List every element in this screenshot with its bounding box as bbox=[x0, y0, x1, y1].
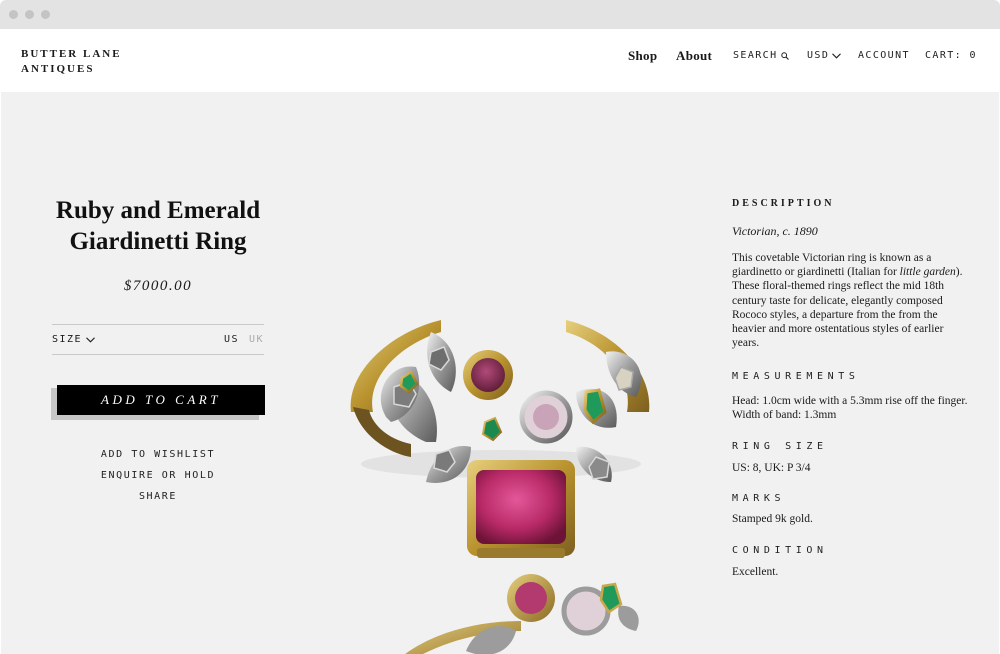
condition-value: Excellent. bbox=[732, 566, 779, 578]
nav-search-label: SEARCH bbox=[733, 50, 778, 61]
description-era: Victorian, c. 1890 bbox=[732, 224, 818, 238]
site-logo[interactable]: BUTTER LANE ANTIQUES bbox=[21, 47, 122, 77]
add-to-wishlist-link[interactable]: ADD TO WISHLIST bbox=[31, 449, 285, 460]
condition-heading: CONDITION bbox=[732, 545, 828, 556]
description-body-text-2: ). These floral-themed rings reflect the… bbox=[732, 266, 963, 350]
enquire-or-hold-link[interactable]: ENQUIRE OR HOLD bbox=[31, 470, 285, 481]
nav-about-link[interactable]: About bbox=[676, 48, 712, 64]
description-heading: DESCRIPTION bbox=[732, 198, 835, 209]
size-system-us[interactable]: US bbox=[224, 334, 239, 345]
currency-label: USD bbox=[807, 50, 830, 61]
nav-shop-link[interactable]: Shop bbox=[628, 48, 657, 64]
window-close-dot[interactable] bbox=[9, 10, 18, 19]
product-image-ring-alt[interactable] bbox=[381, 566, 671, 654]
size-dropdown[interactable]: SIZE bbox=[52, 334, 95, 345]
chevron-down-icon bbox=[832, 52, 842, 59]
marks-value: Stamped 9k gold. bbox=[732, 513, 813, 525]
marks-heading: MARKS bbox=[732, 493, 786, 504]
add-to-cart-button[interactable]: ADD TO CART bbox=[57, 385, 265, 415]
window-minimize-dot[interactable] bbox=[25, 10, 34, 19]
window-maximize-dot[interactable] bbox=[41, 10, 50, 19]
logo-line-2: ANTIQUES bbox=[21, 63, 95, 75]
size-system-uk[interactable]: UK bbox=[249, 334, 264, 345]
measurements-value: Head: 1.0cm wide with a 5.3mm rise off t… bbox=[732, 395, 968, 422]
size-selector-row: SIZE US UK bbox=[52, 324, 264, 355]
nav-search-link[interactable]: SEARCH bbox=[733, 50, 789, 61]
site-header: BUTTER LANE ANTIQUES Shop About SEARCH U… bbox=[1, 29, 999, 92]
logo-line-1: BUTTER LANE bbox=[21, 48, 122, 60]
measurements-heading: MEASUREMENTS bbox=[732, 371, 860, 382]
nav-account-link[interactable]: ACCOUNT bbox=[858, 50, 910, 61]
product-page: Ruby and Emerald Giardinetti Ring $7000.… bbox=[1, 92, 999, 654]
description-body-italic: little garden bbox=[899, 266, 956, 279]
chevron-down-icon bbox=[86, 336, 95, 343]
description-body: This covetable Victorian ring is known a… bbox=[732, 251, 972, 350]
product-price: $7000.00 bbox=[123, 278, 193, 294]
ring-size-value: US: 8, UK: P 3/4 bbox=[732, 462, 811, 474]
currency-selector[interactable]: USD bbox=[807, 50, 842, 61]
product-title: Ruby and Emerald Giardinetti Ring bbox=[55, 197, 261, 255]
browser-chrome bbox=[0, 0, 1000, 29]
search-icon bbox=[780, 51, 789, 60]
share-link[interactable]: SHARE bbox=[31, 491, 285, 502]
ring-size-heading: RING SIZE bbox=[732, 441, 828, 452]
nav-cart-link[interactable]: CART: 0 bbox=[925, 50, 977, 61]
size-label: SIZE bbox=[52, 334, 83, 345]
